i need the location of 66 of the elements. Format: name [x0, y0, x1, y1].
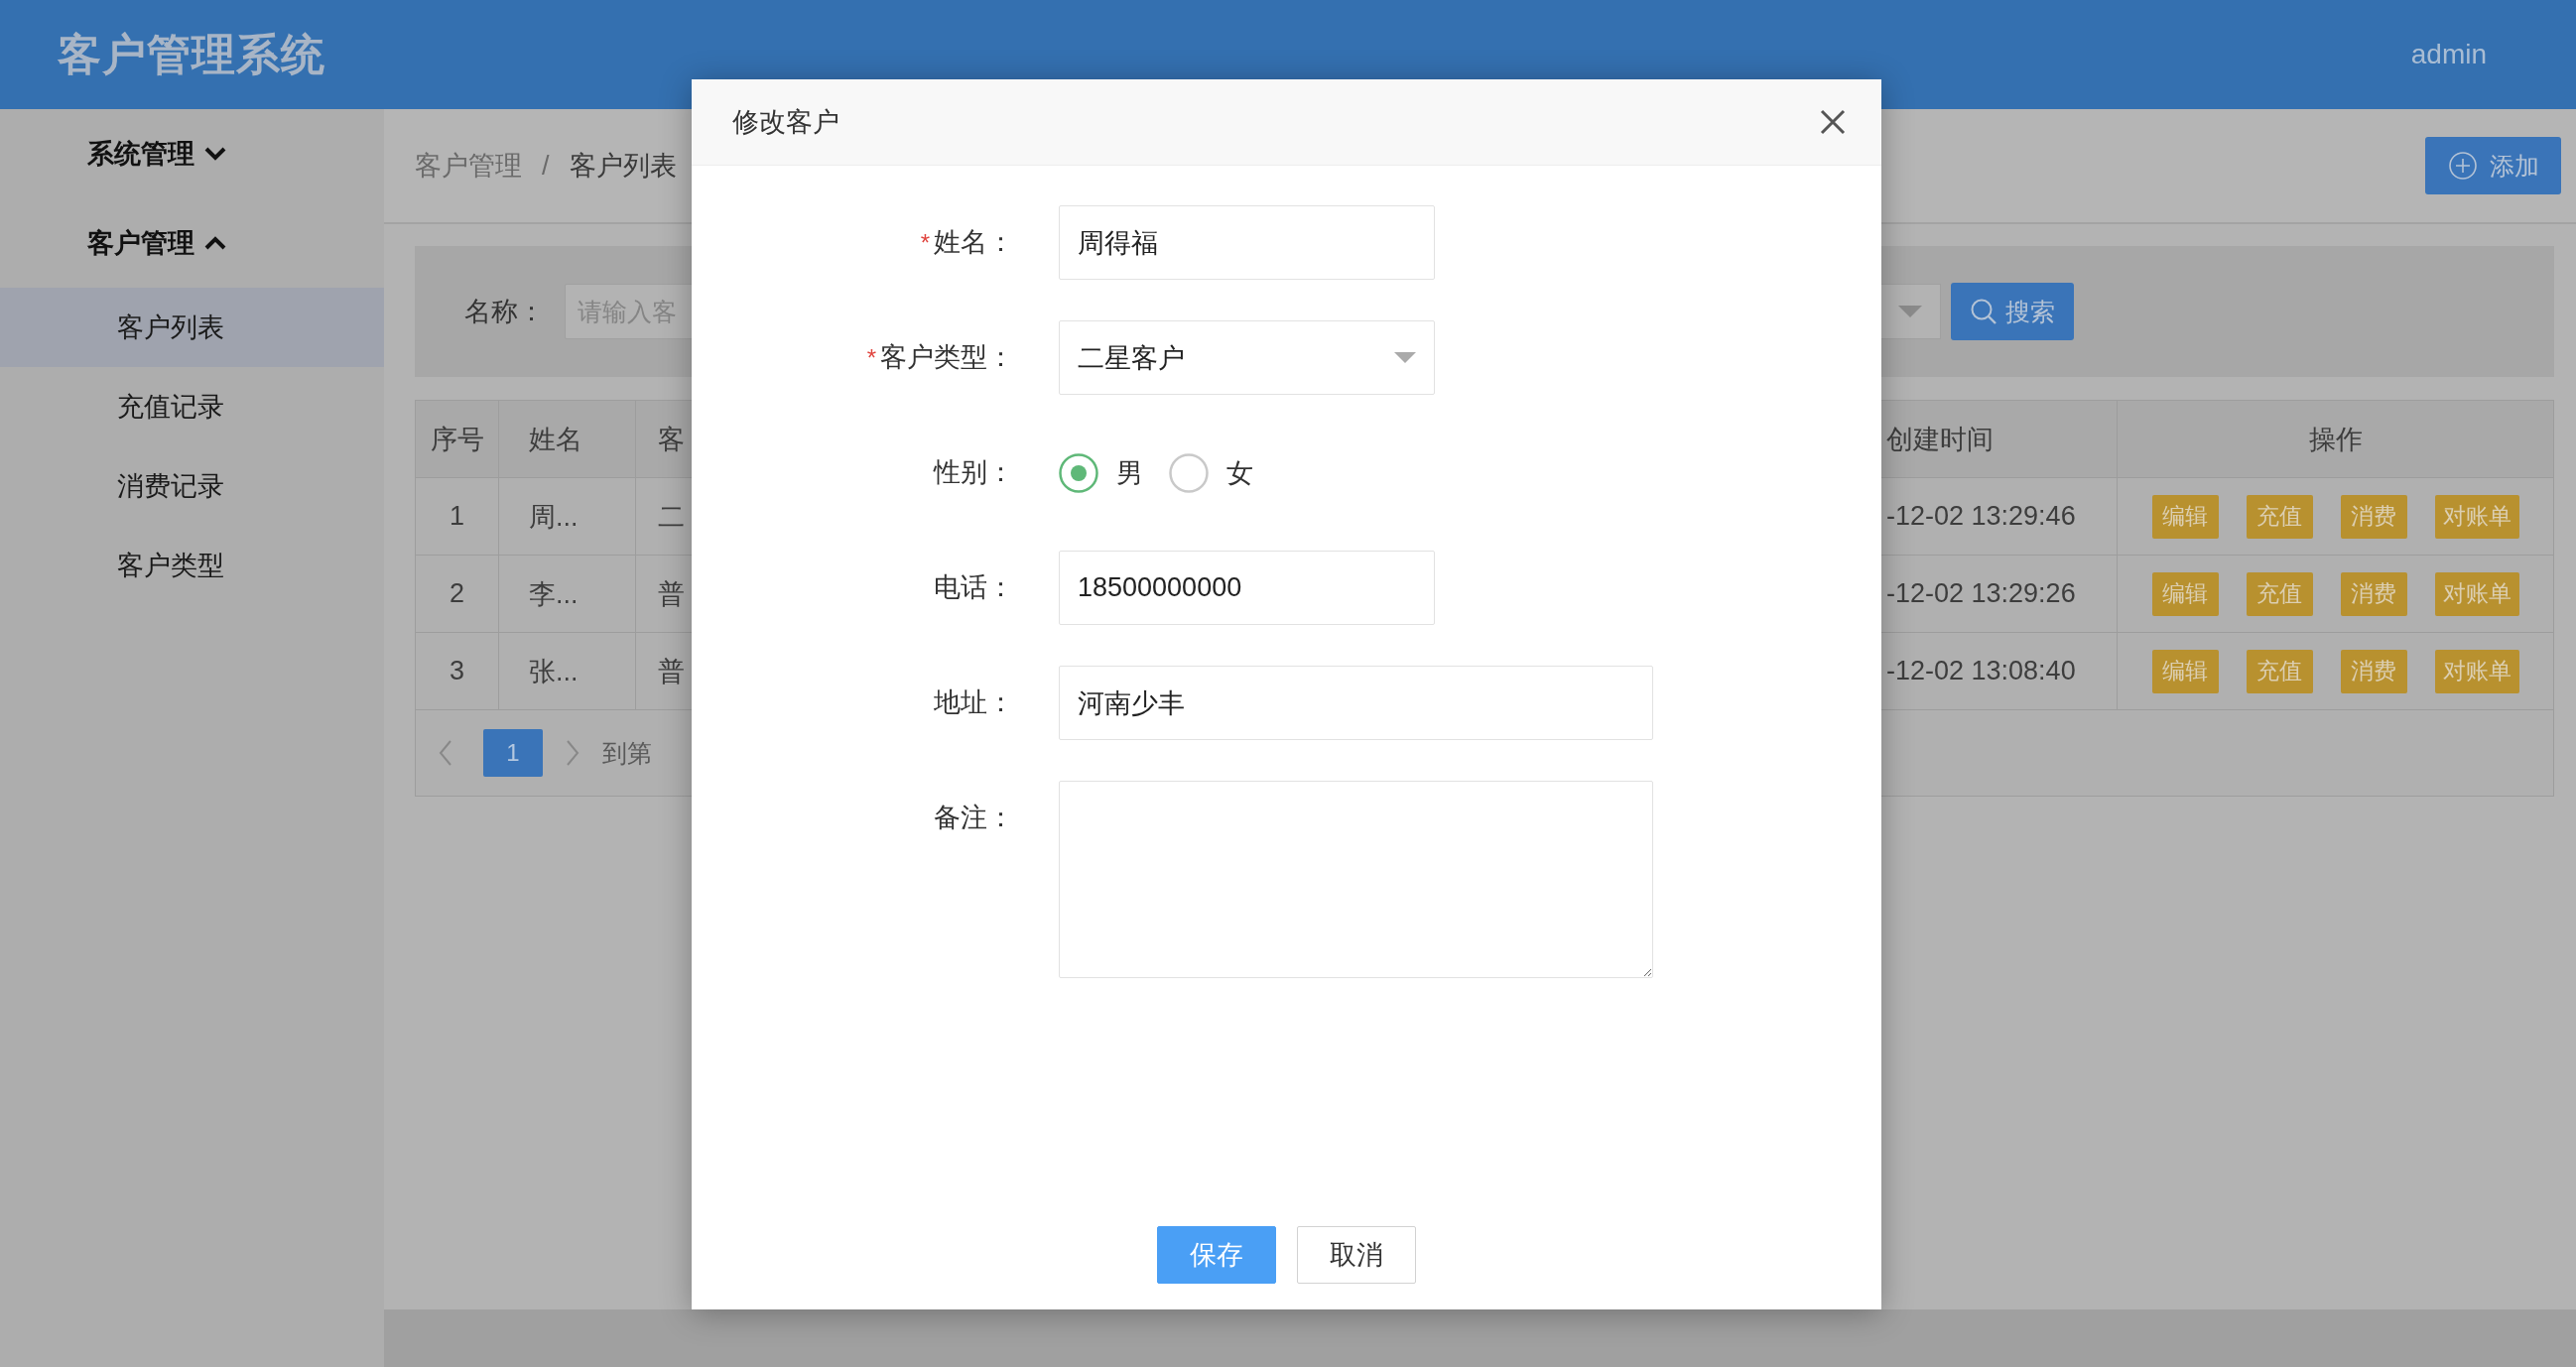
dialog-title: 修改客户: [732, 106, 839, 139]
caret-down-icon: [1394, 352, 1416, 363]
add-button[interactable]: 添加: [2425, 137, 2561, 194]
action-button[interactable]: 编辑: [2151, 649, 2219, 693]
action-button[interactable]: 消费: [2340, 494, 2407, 539]
action-button[interactable]: 编辑: [2151, 494, 2219, 539]
action-button[interactable]: 对账单: [2434, 649, 2519, 693]
field-label: 性别：: [934, 456, 1014, 489]
action-button[interactable]: 充值: [2246, 571, 2313, 616]
column-header: 姓名: [499, 401, 636, 478]
cancel-button[interactable]: 取消: [1297, 1226, 1416, 1284]
action-button[interactable]: 对账单: [2434, 494, 2519, 539]
action-button[interactable]: 编辑: [2151, 571, 2219, 616]
field-label: 客户类型：: [880, 341, 1014, 374]
radio-label: 女: [1226, 456, 1253, 490]
action-button[interactable]: 充值: [2246, 494, 2313, 539]
action-button[interactable]: 对账单: [2434, 571, 2519, 616]
action-button[interactable]: 消费: [2340, 649, 2407, 693]
radio-label: 男: [1116, 456, 1143, 490]
save-button[interactable]: 保存: [1157, 1226, 1276, 1284]
select-field[interactable]: 二星客户: [1059, 320, 1435, 395]
plus-circle-icon: [2447, 151, 2478, 181]
required-mark: *: [866, 343, 876, 373]
chevron-right-icon[interactable]: [565, 739, 580, 767]
field-label: 备注：: [934, 802, 1014, 834]
name-label: 名称：: [464, 296, 545, 328]
search-icon: [1970, 298, 1997, 325]
nav-group[interactable]: 系统管理: [0, 109, 384, 198]
table-cell: 3: [416, 633, 499, 710]
field-label: 地址：: [934, 686, 1014, 719]
action-button[interactable]: 充值: [2246, 649, 2313, 693]
caret-down-icon: [1898, 306, 1922, 317]
chevron-left-icon[interactable]: [438, 739, 453, 767]
select-value: 二星客户: [1078, 341, 1185, 375]
column-header: 操作: [2118, 401, 2553, 478]
remarks-field[interactable]: [1059, 781, 1653, 978]
text-field[interactable]: 周得福: [1059, 205, 1435, 280]
app-title: 客户管理系统: [58, 28, 325, 80]
nav-item[interactable]: 充值记录: [0, 367, 384, 446]
breadcrumb-item: 客户列表: [569, 150, 677, 183]
radio-button[interactable]: [1169, 452, 1209, 493]
table-cell: 李...: [499, 556, 636, 633]
nav-item[interactable]: 客户类型: [0, 526, 384, 605]
nav-group[interactable]: 客户管理: [0, 198, 384, 288]
table-cell: 1: [416, 478, 499, 556]
nav-item[interactable]: 客户列表: [0, 288, 384, 367]
user-name[interactable]: admin: [2410, 39, 2487, 70]
text-field[interactable]: 18500000000: [1059, 551, 1435, 625]
nav-item[interactable]: 消费记录: [0, 446, 384, 526]
text-field[interactable]: 河南少丰: [1059, 666, 1653, 740]
table-cell: 2: [416, 556, 499, 633]
breadcrumb-separator: /: [542, 150, 550, 182]
required-mark: *: [920, 228, 930, 258]
page-button[interactable]: 1: [483, 729, 543, 777]
field-label: 电话：: [934, 571, 1014, 604]
field-label: 姓名：: [934, 226, 1014, 259]
table-cell: 周...: [499, 478, 636, 556]
close-icon[interactable]: [1820, 109, 1846, 135]
column-header: 客: [636, 401, 693, 478]
search-button[interactable]: 搜索: [1951, 283, 2074, 340]
goto-label: 到第: [602, 737, 652, 769]
radio-button[interactable]: [1059, 452, 1098, 493]
action-button[interactable]: 消费: [2340, 571, 2407, 616]
table-cell: 张...: [499, 633, 636, 710]
column-header: 序号: [416, 401, 499, 478]
breadcrumb-item[interactable]: 客户管理: [415, 148, 522, 184]
